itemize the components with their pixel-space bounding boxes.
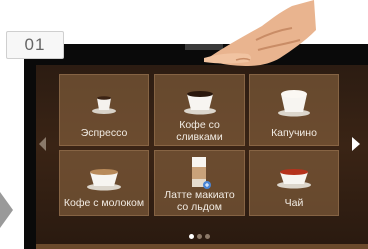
tea-cup-icon xyxy=(277,169,311,189)
cappuccino-cup-icon xyxy=(278,90,310,117)
drink-label: Латте макиато со льдом xyxy=(164,189,235,213)
drink-label: Капучино xyxy=(271,127,317,139)
espresso-cup-icon xyxy=(92,96,116,114)
coffee-cream-cup-icon xyxy=(183,91,216,115)
side-pointer-arrow-icon xyxy=(0,192,13,228)
page-dot[interactable] xyxy=(205,234,210,239)
drink-tile-cappuccino[interactable]: Капучино xyxy=(249,74,339,146)
next-page-arrow-icon[interactable] xyxy=(352,137,360,151)
drink-tile-coffee-cream[interactable]: Кофе со сливками xyxy=(154,74,245,146)
drink-label: Кофе с молоком xyxy=(63,197,145,209)
previous-page-arrow-icon[interactable] xyxy=(39,137,46,151)
pagination-dots xyxy=(189,226,213,239)
drink-tile-espresso[interactable]: Эспрессо xyxy=(59,74,149,146)
drink-label: Эспрессо xyxy=(80,127,128,139)
drink-label: Кофе со сливками xyxy=(176,119,223,143)
drink-label: Чай xyxy=(284,197,304,209)
drink-tile-tea[interactable]: Чай xyxy=(249,150,339,216)
page-dot-active[interactable] xyxy=(189,234,194,239)
tapping-hand-icon xyxy=(204,0,316,66)
iced-latte-glass-icon xyxy=(191,157,211,189)
coffee-machine-illustration: 01 Эспрессо Кофе со сливками Капучино Ко… xyxy=(0,0,368,249)
screen-bottom-bar xyxy=(36,244,368,249)
drink-tile-iced-latte[interactable]: Латте макиато со льдом xyxy=(154,150,245,216)
step-number-badge: 01 xyxy=(6,31,64,59)
drink-tile-coffee-milk[interactable]: Кофе с молоком xyxy=(59,150,149,216)
page-dot[interactable] xyxy=(197,234,202,239)
coffee-milk-cup-icon xyxy=(87,169,121,191)
